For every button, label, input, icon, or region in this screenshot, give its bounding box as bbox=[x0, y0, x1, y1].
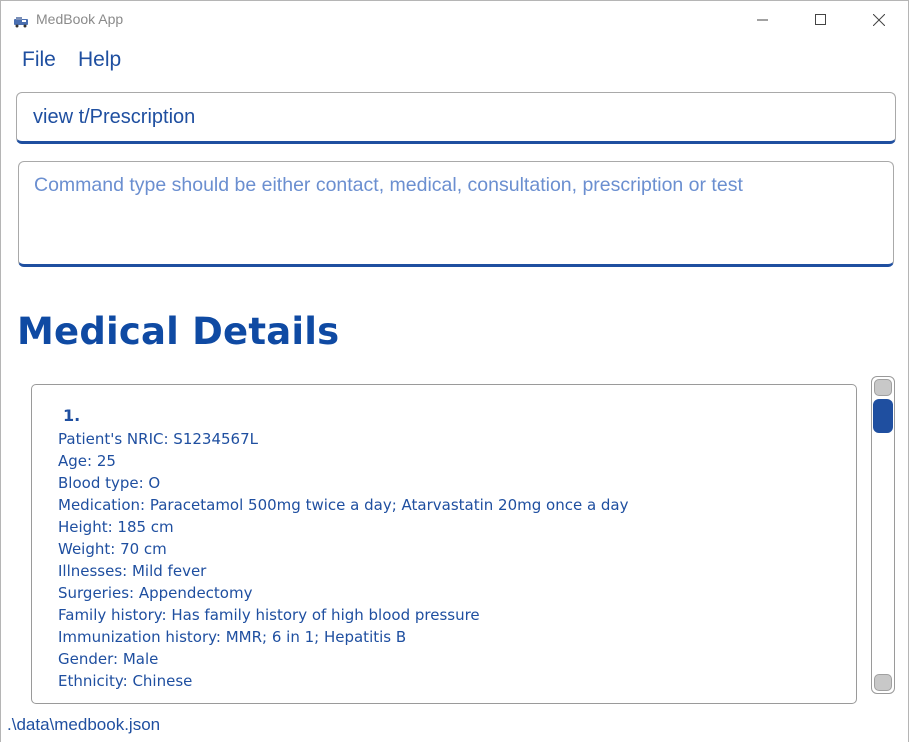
detail-gender: Gender: Male bbox=[58, 650, 159, 668]
vertical-scrollbar[interactable] bbox=[871, 376, 895, 694]
app-window: MedBook App File Help Command type shoul… bbox=[0, 0, 909, 742]
scroll-down-button[interactable] bbox=[874, 674, 892, 691]
medbook-app-icon bbox=[13, 13, 29, 28]
detail-age: Age: 25 bbox=[58, 452, 116, 470]
detail-blood-type: Blood type: O bbox=[58, 474, 161, 492]
title-bar[interactable]: MedBook App bbox=[1, 1, 908, 39]
maximize-button[interactable] bbox=[792, 1, 850, 39]
command-input[interactable] bbox=[33, 93, 873, 141]
result-message: Command type should be either contact, m… bbox=[34, 174, 743, 196]
window-title: MedBook App bbox=[36, 11, 124, 27]
detail-medication: Medication: Paracetamol 500mg twice a da… bbox=[58, 496, 629, 514]
maximize-icon bbox=[815, 14, 826, 25]
section-title: Medical Details bbox=[17, 310, 340, 353]
result-display[interactable]: Command type should be either contact, m… bbox=[18, 161, 894, 267]
scroll-thumb[interactable] bbox=[873, 399, 893, 433]
detail-weight: Weight: 70 cm bbox=[58, 540, 167, 558]
detail-family-history: Family history: Has family history of hi… bbox=[58, 606, 480, 624]
list-item-index: 1. bbox=[63, 406, 81, 425]
menu-bar: File Help bbox=[1, 41, 908, 81]
close-button[interactable] bbox=[850, 1, 908, 39]
detail-illnesses: Illnesses: Mild fever bbox=[58, 562, 207, 580]
command-box bbox=[16, 92, 896, 144]
menu-help[interactable]: Help bbox=[78, 48, 121, 72]
menu-file[interactable]: File bbox=[22, 48, 56, 72]
detail-height: Height: 185 cm bbox=[58, 518, 174, 536]
status-bar: .\data\medbook.json bbox=[1, 704, 908, 742]
detail-ethnicity: Ethnicity: Chinese bbox=[58, 672, 193, 690]
detail-nric: Patient's NRIC: S1234567L bbox=[58, 430, 258, 448]
detail-immunization-history: Immunization history: MMR; 6 in 1; Hepat… bbox=[58, 628, 407, 646]
close-icon bbox=[873, 14, 885, 26]
detail-surgeries: Surgeries: Appendectomy bbox=[58, 584, 253, 602]
medical-details-list[interactable]: 1. Patient's NRIC: S1234567L Age: 25 Blo… bbox=[31, 384, 857, 704]
status-file-path: .\data\medbook.json bbox=[7, 715, 161, 734]
minimize-icon bbox=[757, 19, 768, 21]
scroll-up-button[interactable] bbox=[874, 379, 892, 396]
minimize-button[interactable] bbox=[734, 1, 792, 39]
